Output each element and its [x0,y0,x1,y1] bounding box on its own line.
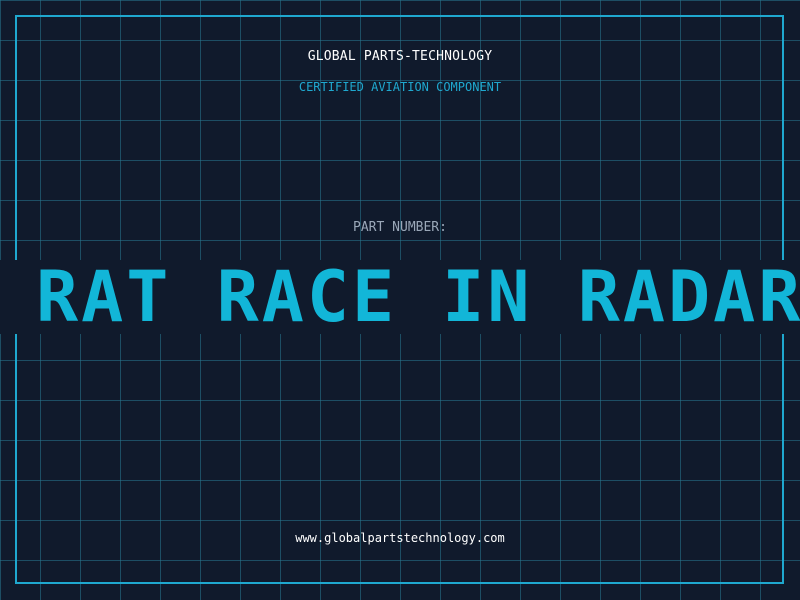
company-name: GLOBAL PARTS-TECHNOLOGY [307,49,493,64]
certification-subtitle: CERTIFIED AVIATION COMPONENT [298,80,502,94]
website-url: www.globalpartstechnology.com [295,531,505,545]
part-number-banner: RAT RACE IN RADAR [0,260,800,334]
part-number-value: RAT RACE IN RADAR [36,260,800,334]
part-number-label: PART NUMBER: [353,220,447,235]
